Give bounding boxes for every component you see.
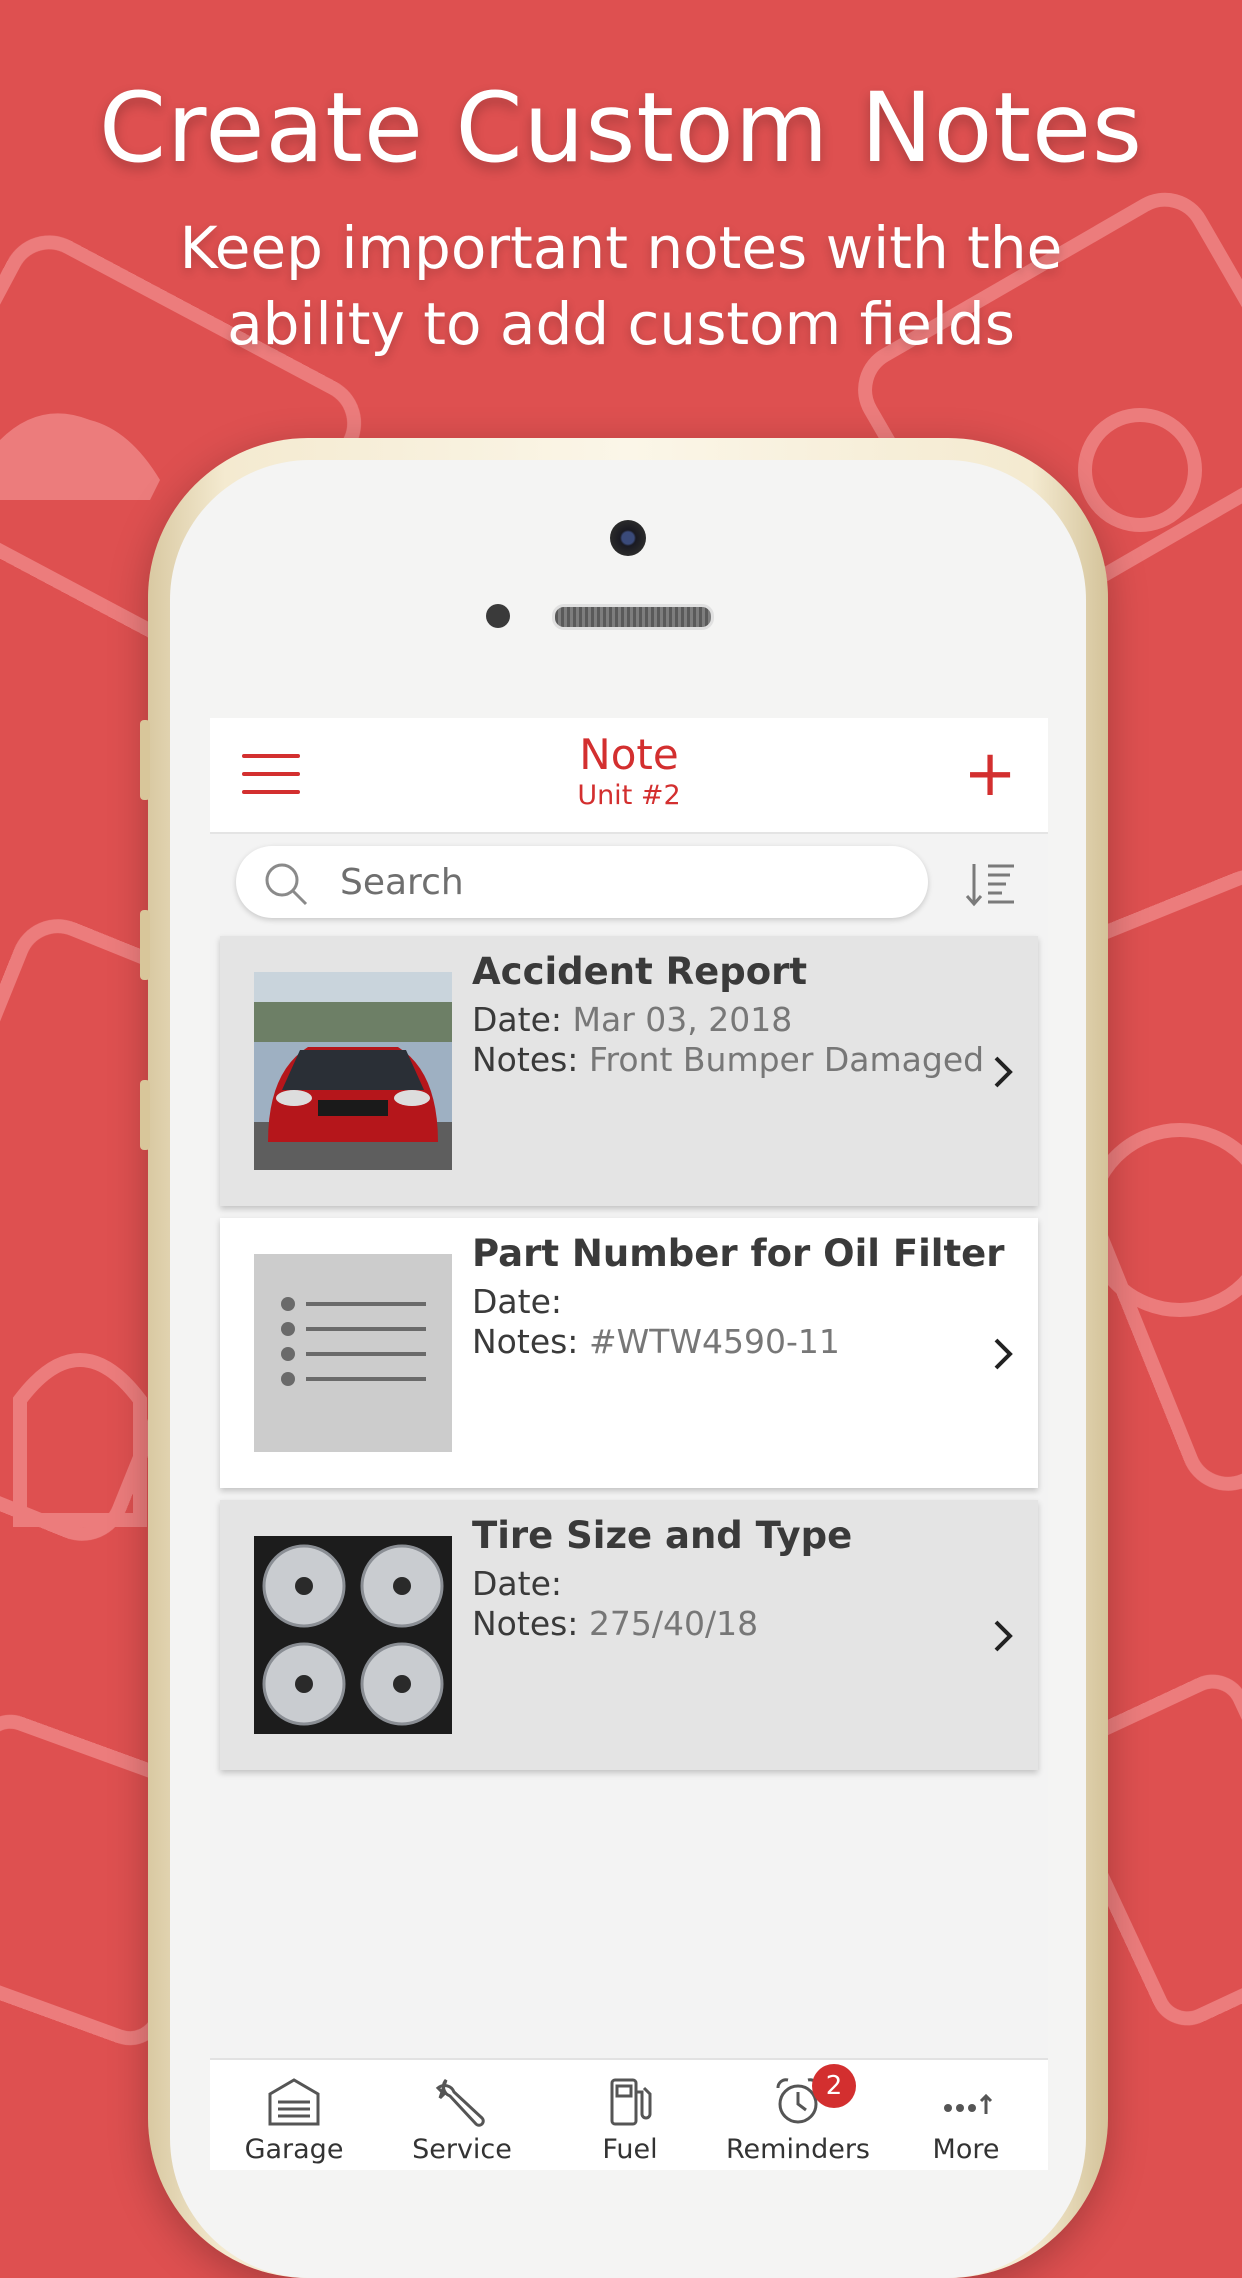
page-subtitle: Unit #2 [577,780,681,811]
note-date: Date: Mar 03, 2018 [472,1000,793,1039]
note-card[interactable]: Accident Report Date: Mar 03, 2018 Notes… [220,936,1038,1206]
search-input[interactable] [338,856,902,908]
note-title: Part Number for Oil Filter [472,1232,1005,1275]
tab-reminders[interactable]: 2 Reminders [714,2060,882,2170]
navigation-bar: Note Unit #2 + [210,718,1048,834]
more-icon [944,2093,993,2114]
app-screen: Note Unit #2 + Search Accident Report Da… [210,718,1048,2170]
fuel-pump-icon [610,2078,652,2126]
chevron-right-icon [994,1620,1013,1652]
tab-label: Service [412,2134,512,2165]
volume-up-button [140,910,150,980]
note-card[interactable]: Tire Size and Type Date: Notes: 275/40/1… [220,1500,1038,1770]
headline: Create Custom Notes [98,72,1144,184]
chevron-right-icon [994,1338,1013,1370]
tab-bar: Garage Service Fuel 2 Reminders More [210,2058,1048,2170]
volume-down-button [140,1080,150,1150]
tab-service[interactable]: Service [378,2060,546,2170]
tab-label: Garage [244,2134,344,2165]
tab-label: Fuel [602,2134,658,2165]
garage-icon [268,2078,320,2126]
red-car-photo [254,972,452,1170]
sort-list-icon[interactable] [964,858,1018,912]
tires-photo [254,1536,452,1734]
front-camera [610,520,646,556]
tab-fuel[interactable]: Fuel [546,2060,714,2170]
proximity-sensor [486,604,510,628]
search-bar[interactable] [236,846,928,918]
note-date: Date: [472,1282,562,1321]
note-card[interactable]: Part Number for Oil Filter Date: Notes: … [220,1218,1038,1488]
tab-label: More [932,2134,1000,2165]
add-note-button[interactable]: + [962,742,1018,806]
mute-switch [140,720,150,800]
note-title: Tire Size and Type [472,1514,853,1557]
note-date: Date: [472,1564,562,1603]
list-placeholder-icon [254,1254,452,1452]
reminders-badge: 2 [812,2064,856,2108]
wrench-icon [435,2079,485,2127]
tab-label: Reminders [726,2134,870,2165]
note-title: Accident Report [472,950,808,993]
note-notes: Notes: Front Bumper Damaged [472,1040,985,1079]
search-icon [265,863,308,906]
tab-garage[interactable]: Garage [210,2060,378,2170]
page-title: Note [579,730,679,779]
subheadline: Keep important notes with the ability to… [179,214,1063,358]
earpiece-speaker [552,604,714,630]
chevron-right-icon [994,1056,1013,1088]
search-row [210,846,1048,922]
note-notes: Notes: #WTW4590-11 [472,1322,840,1361]
note-notes: Notes: 275/40/18 [472,1604,759,1643]
tab-more[interactable]: More [882,2060,1048,2170]
